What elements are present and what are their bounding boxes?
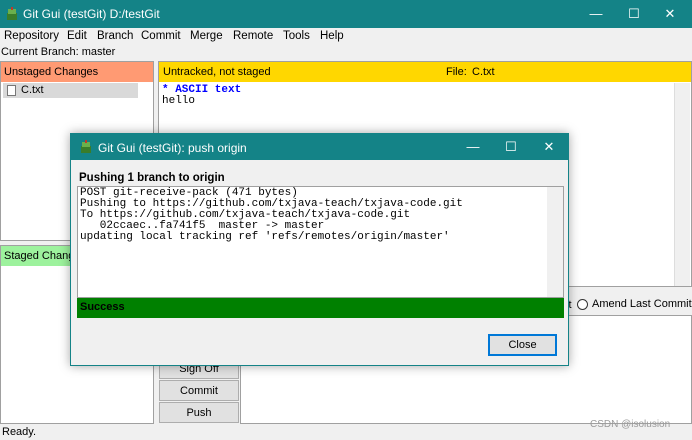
diff-header: Untracked, not staged File: C.txt: [159, 62, 691, 82]
diff-file-label: File:: [446, 66, 467, 78]
diff-scrollbar[interactable]: [674, 83, 690, 286]
menu-edit[interactable]: Edit: [67, 28, 87, 44]
push-log: POST git-receive-pack (471 bytes) Pushin…: [77, 186, 564, 298]
log-line: updating local tracking ref 'refs/remote…: [80, 231, 450, 243]
menu-tools[interactable]: Tools: [283, 28, 310, 44]
window-title: Git Gui (testGit) D:/testGit: [23, 7, 160, 21]
menu-repository[interactable]: Repository: [4, 28, 59, 44]
amend-radio[interactable]: [577, 299, 588, 310]
unstaged-changes-header: Unstaged Changes: [1, 62, 153, 82]
dialog-close-action-button[interactable]: Close: [488, 334, 557, 356]
push-dialog: Git Gui (testGit): push origin — ☐ ✕ Pus…: [70, 133, 569, 366]
dialog-title: Git Gui (testGit): push origin: [98, 141, 247, 155]
menu-help[interactable]: Help: [320, 28, 344, 44]
menu-remote[interactable]: Remote: [233, 28, 273, 44]
watermark: CSDN @isolusion: [590, 419, 671, 430]
diff-status: Untracked, not staged: [163, 66, 271, 78]
amend-last-commit-label[interactable]: Amend Last Commit: [592, 298, 692, 310]
log-scrollbar[interactable]: [547, 187, 563, 297]
diff-file-name: C.txt: [472, 66, 495, 78]
file-icon: [7, 85, 16, 96]
dialog-heading: Pushing 1 branch to origin: [79, 172, 225, 184]
menu-bar: Repository Edit Branch Commit Merge Remo…: [0, 28, 692, 44]
menu-commit[interactable]: Commit: [141, 28, 181, 44]
success-label: Success: [80, 301, 125, 313]
diff-line-content: hello: [162, 95, 196, 107]
dialog-titlebar[interactable]: Git Gui (testGit): push origin — ☐ ✕: [71, 134, 568, 160]
close-button[interactable]: ✕: [648, 0, 692, 28]
push-button[interactable]: Push: [159, 402, 239, 423]
list-item[interactable]: C.txt: [3, 83, 138, 98]
git-gui-app-icon: [7, 7, 17, 20]
menu-merge[interactable]: Merge: [190, 28, 223, 44]
status-bar: Ready.: [2, 426, 37, 438]
success-bar: Success: [77, 298, 564, 318]
file-name: C.txt: [21, 84, 44, 96]
menu-branch[interactable]: Branch: [97, 28, 133, 44]
git-gui-app-icon: [81, 140, 91, 153]
main-titlebar[interactable]: Git Gui (testGit) D:/testGit — ☐ ✕: [0, 0, 692, 28]
current-branch-label: Current Branch: master: [1, 46, 116, 58]
commit-button[interactable]: Commit: [159, 380, 239, 401]
dialog-close-button[interactable]: ✕: [527, 134, 571, 160]
